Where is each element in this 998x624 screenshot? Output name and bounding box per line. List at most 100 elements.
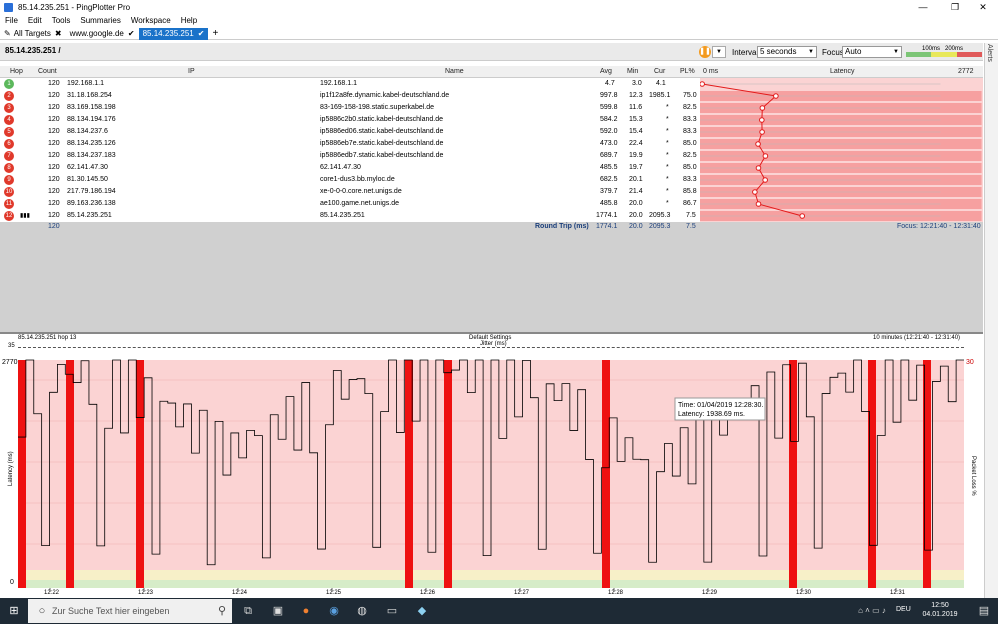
cur-cell: * — [666, 128, 669, 135]
console-icon[interactable]: ▭ — [384, 603, 400, 619]
taskbar-search[interactable]: Zur Suche Text hier eingeben — [28, 599, 232, 623]
name-cell: ip5886ed06.static.kabel-deutschland.de — [320, 128, 444, 135]
avg-cell: 485.5 — [600, 164, 618, 171]
steam-icon[interactable]: ◍ — [354, 603, 370, 619]
ip-cell: 31.18.168.254 — [67, 92, 112, 99]
menu-tools[interactable]: Tools — [47, 15, 76, 27]
count-cell: 120 — [48, 92, 60, 99]
alerts-sidebar[interactable] — [984, 43, 998, 603]
hop-badge: 4 — [4, 115, 14, 125]
table-empty-area — [0, 222, 983, 332]
loss-bar — [136, 360, 144, 588]
cur-cell: * — [666, 164, 669, 171]
min-cell: 21.4 — [629, 188, 643, 195]
minimize-button[interactable]: — — [908, 0, 938, 14]
loss-bar — [444, 360, 452, 588]
y-max-label: 2770 — [2, 359, 18, 366]
pl-cell: 85.0 — [683, 164, 697, 171]
pingplotter-icon[interactable]: ◉ — [326, 603, 342, 619]
interval-label: Interval — [732, 48, 759, 57]
maximize-button[interactable]: ❐ — [940, 0, 970, 14]
hop-point — [755, 141, 761, 147]
menu-summaries[interactable]: Summaries — [75, 15, 125, 27]
jitter-line — [18, 347, 964, 348]
notifications-icon[interactable]: ▤ — [976, 603, 992, 619]
pl-max-label: 30 — [966, 359, 974, 366]
name-cell: 85.14.235.251 — [320, 212, 365, 219]
hop-badge: 11 — [4, 199, 14, 209]
firefox-icon[interactable]: ● — [298, 603, 314, 619]
windows-start-icon[interactable]: ⊞ — [6, 603, 22, 619]
cur-cell: 4.1 — [656, 80, 666, 87]
col-hop[interactable]: Hop — [10, 66, 23, 78]
cur-cell: * — [666, 152, 669, 159]
taskbar-search-placeholder: Zur Suche Text hier eingeben — [52, 606, 170, 616]
hop-point — [759, 117, 765, 123]
interval-select[interactable]: 5 seconds ▼ — [757, 46, 817, 58]
ip-cell: 62.141.47.30 — [67, 164, 108, 171]
menu-file[interactable]: File — [0, 15, 23, 27]
explorer-icon[interactable]: ▣ — [270, 603, 286, 619]
col-count[interactable]: Count — [38, 66, 57, 78]
hop-point — [759, 105, 766, 111]
ip-cell: 217.79.186.194 — [67, 188, 116, 195]
avg-cell: 592.0 — [600, 128, 618, 135]
plot-bg-low — [18, 580, 964, 588]
hop-point — [759, 129, 765, 135]
count-cell: 120 — [48, 200, 60, 207]
tab-google[interactable]: www.google.de ✔ — [66, 28, 139, 40]
focus-select[interactable]: Auto ▼ — [842, 46, 902, 58]
pl-cell: 75.0 — [683, 92, 697, 99]
system-tray-icons[interactable]: ⌂ ˄ ▭ ♪ — [842, 603, 902, 619]
plus-icon: + — [212, 27, 219, 39]
jitter-strip: 35 Jitter (ms) — [0, 341, 983, 354]
hop-badge: 12 — [4, 211, 14, 221]
hop-point — [755, 165, 762, 171]
col-avg[interactable]: Avg — [600, 66, 612, 78]
tab-target[interactable]: 85.14.235.251 ✔ — [138, 27, 209, 40]
taskbar-clock[interactable]: 12:50 04.01.2019 — [910, 601, 970, 619]
summary-focus: Focus: 12:21:40 - 12:31:40 — [897, 223, 981, 230]
col-min[interactable]: Min — [627, 66, 638, 78]
chevron-down-icon: ▼ — [893, 49, 899, 55]
cur-cell: * — [666, 176, 669, 183]
language-indicator[interactable]: DEU — [896, 606, 911, 613]
col-ip[interactable]: IP — [188, 66, 195, 78]
name-cell: 62.141.47.30 — [320, 164, 361, 171]
hop-badge: 5 — [4, 127, 14, 137]
ip-cell: 83.169.158.198 — [67, 104, 116, 111]
tab-label: www.google.de — [69, 28, 124, 38]
menu-help[interactable]: Help — [176, 15, 202, 27]
plot-bg-mid — [18, 570, 964, 580]
bar-chart-icon[interactable]: ▮▮▮ — [20, 210, 30, 222]
cur-cell: * — [666, 116, 669, 123]
cur-cell: * — [666, 104, 669, 111]
close-button[interactable]: ✕ — [968, 0, 998, 14]
menu-edit[interactable]: Edit — [23, 15, 47, 27]
clock-time: 12:50 — [931, 602, 949, 609]
col-name[interactable]: Name — [445, 66, 464, 78]
y-min-label: 0 — [10, 579, 14, 586]
menu-workspace[interactable]: Workspace — [126, 15, 176, 27]
title-bar: 85.14.235.251 - PingPlotter Pro — [0, 0, 998, 14]
add-tab-button[interactable]: + — [208, 28, 222, 40]
summary-label: Round Trip (ms) — [535, 223, 589, 230]
pause-dropdown[interactable]: ▼ — [712, 46, 726, 58]
tooltip-time: Time: 01/04/2019 12:28:30. — [678, 402, 763, 409]
ip-cell: 88.134.237.6 — [67, 128, 108, 135]
app-icon-taskbar[interactable]: ◆ — [414, 603, 430, 619]
tab-all-targets[interactable]: ✎ All Targets ✖ — [0, 28, 66, 40]
pause-button[interactable]: ❚❚ — [699, 46, 711, 58]
ip-cell: 85.14.235.251 — [67, 212, 112, 219]
y2-axis-label: Packet Loss % — [970, 456, 976, 496]
tab-icon: ✎ — [4, 28, 11, 38]
cur-cell: * — [666, 188, 669, 195]
hop-badge: 1 — [4, 79, 14, 89]
col-cur[interactable]: Cur — [654, 66, 665, 78]
ip-cell: 88.134.237.183 — [67, 152, 116, 159]
col-pl[interactable]: PL% — [680, 66, 695, 78]
close-icon[interactable]: ✖ — [55, 28, 62, 40]
avg-cell: 4.7 — [605, 80, 615, 87]
task-view-icon[interactable]: ⧉ — [240, 603, 256, 619]
microphone-icon[interactable]: ⚲ — [214, 603, 230, 619]
